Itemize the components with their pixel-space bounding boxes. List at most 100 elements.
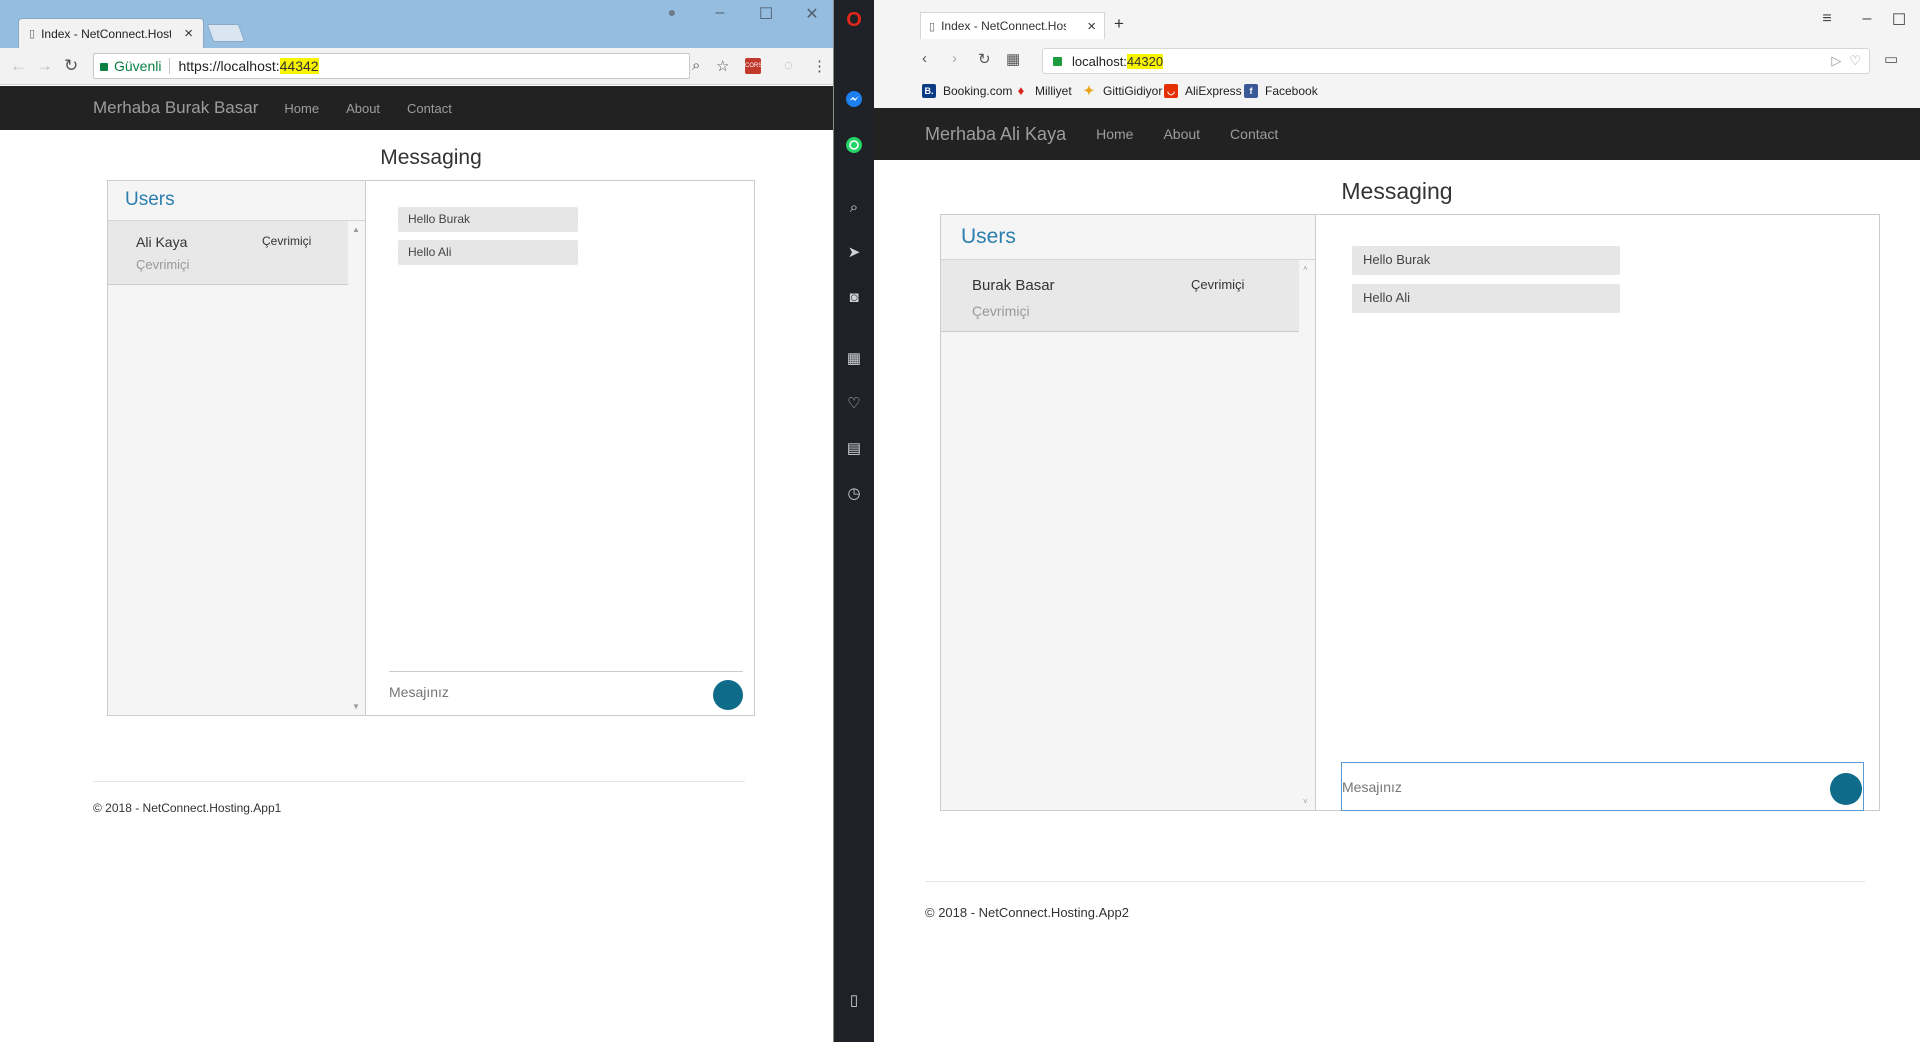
gittigidiyor-icon: ✦ [1083,83,1095,98]
maximize-icon[interactable]: ☐ [752,4,780,24]
battery-icon[interactable]: ▭ [1884,50,1898,68]
forward-icon[interactable]: → [36,56,53,76]
opera-chrome: ▯ Index - NetConnect.Hostin × + ≡ – ☐ ✕ … [874,0,1920,108]
message-bubble: Hello Burak [1352,246,1620,275]
bookmark-label: GittiGidiyor [1103,84,1163,98]
messaging-panel: Users Burak Basar Çevrimiçi Çevrimiçi ˄ … [940,214,1880,811]
message-bubble: Hello Ali [1352,284,1620,313]
scroll-down-icon[interactable]: ˅ [1303,797,1308,806]
send-button[interactable] [713,680,743,710]
bookmark-facebook[interactable]: f Facebook [1244,84,1318,98]
bookmark-heart-icon[interactable]: ♡ [1849,53,1861,69]
navbar-brand[interactable]: Merhaba Burak Basar [93,98,258,118]
camera-icon[interactable]: ◙ [844,287,864,307]
chrome-page: Merhaba Burak Basar Home About Contact M… [0,86,833,1042]
user-online-badge: Çevrimiçi [262,234,312,248]
close-tab-icon[interactable]: × [184,25,193,42]
user-list-item[interactable]: Ali Kaya Çevrimiçi Çevrimiçi [108,221,348,285]
messaging-panel: Users Ali Kaya Çevrimiçi Çevrimiçi ▲ ▼ H… [107,180,755,716]
close-tab-icon[interactable]: × [1087,18,1096,35]
user-list-item[interactable]: Burak Basar Çevrimiçi Çevrimiçi [941,260,1299,332]
whatsapp-icon[interactable] [844,135,864,155]
address-bar[interactable]: Güvenli https://localhost: 44342 [93,53,690,79]
user-status: Çevrimiçi [136,257,190,272]
reload-icon[interactable]: ↻ [64,56,78,76]
security-label: Güvenli [114,58,162,74]
opera-logo-icon[interactable]: O [844,9,864,31]
news-icon[interactable]: ▤ [844,438,864,458]
minimize-icon[interactable]: – [706,4,734,22]
facebook-icon: f [1244,84,1258,98]
profile-icon[interactable]: ● [658,4,686,20]
users-scrollbar[interactable]: ˄ ˅ [1299,260,1315,810]
history-icon[interactable]: ◷ [844,483,864,503]
sidebar-toggle-icon[interactable]: ▯ [844,990,864,1010]
messenger-icon[interactable] [844,89,864,109]
reload-icon[interactable]: ↻ [978,50,991,68]
back-icon[interactable]: ← [10,56,27,76]
navbar: Merhaba Burak Basar Home About Contact [0,86,833,130]
lock-icon [1053,56,1062,66]
bookmark-label: AliExpress [1185,84,1242,98]
bookmark-booking[interactable]: B. Booking.com [922,84,1012,98]
page-icon: ▯ [29,28,36,40]
message-input[interactable] [1342,774,1802,800]
tabs-grid-icon[interactable]: ▦ [1006,50,1020,68]
message-input[interactable] [389,680,689,704]
chrome-titlebar: ▯ Index - NetConnect.Hosti × ● – ☐ ✕ [0,0,833,48]
bookmark-label: Facebook [1265,84,1318,98]
page-title: Messaging [380,146,482,169]
opera-page: Merhaba Ali Kaya Home About Contact Mess… [874,108,1920,1042]
opera-tab-active[interactable]: ▯ Index - NetConnect.Hostin × [920,12,1105,39]
maximize-icon[interactable]: ☐ [1884,10,1914,30]
url-port: 44342 [279,58,319,74]
nav-link-home[interactable]: Home [284,101,319,116]
speed-dial-icon[interactable]: ▦ [844,348,864,368]
opera-sidebar: O ⌕ ➤ ◙ ▦ ♡ ▤ ◷ ▯ [834,0,874,1042]
back-icon[interactable]: ‹ [922,50,927,67]
page-icon: ▯ [929,20,936,33]
security-indicator[interactable]: Güvenli [100,58,161,74]
bookmark-star-icon[interactable]: ☆ [716,57,729,75]
scroll-up-icon[interactable]: ▲ [352,225,360,234]
extension-icon[interactable]: ◌ [784,57,793,74]
user-online-badge: Çevrimiçi [1191,277,1245,292]
nav-link-contact[interactable]: Contact [1230,126,1278,142]
footer-text: © 2018 - NetConnect.Hosting.App2 [925,905,1129,920]
tab-menu-icon[interactable]: ≡ [1812,10,1842,28]
message-bubble: Hello Burak [398,207,578,232]
scroll-up-icon[interactable]: ˄ [1303,264,1308,273]
close-window-icon[interactable]: ✕ [798,4,826,24]
nav-link-home[interactable]: Home [1096,126,1133,142]
url-prefix: https://localhost: [178,58,280,74]
new-tab-button[interactable] [206,24,246,42]
navbar-brand[interactable]: Merhaba Ali Kaya [925,124,1066,145]
chrome-tab-active[interactable]: ▯ Index - NetConnect.Hosti × [18,18,204,48]
forward-icon[interactable]: › [952,50,957,67]
bookmark-milliyet[interactable]: ♦ Milliyet [1014,84,1072,99]
search-icon[interactable]: ⌕ [844,197,864,217]
bookmark-aliexpress[interactable]: ◡ AliExpress [1164,84,1242,98]
send-page-icon[interactable]: ▷ [1831,53,1841,69]
address-bar[interactable]: localhost: 44320 ▷ ♡ [1042,48,1870,74]
nav-link-contact[interactable]: Contact [407,101,452,116]
cors-extension-icon[interactable]: CORS [745,58,762,74]
footer-divider [925,881,1865,882]
footer-divider [93,781,745,782]
users-column: Users Burak Basar Çevrimiçi Çevrimiçi ˄ … [941,215,1316,810]
zoom-icon[interactable]: ⌕ [692,57,700,74]
scroll-down-icon[interactable]: ▼ [352,702,360,711]
send-button[interactable] [1830,773,1862,805]
send-arrow-icon[interactable]: ➤ [844,242,864,262]
new-tab-icon[interactable]: + [1114,14,1124,34]
nav-link-about[interactable]: About [1163,126,1200,142]
user-name: Burak Basar [972,277,1055,294]
user-name: Ali Kaya [136,234,188,250]
nav-link-about[interactable]: About [346,101,380,116]
chrome-window: ▯ Index - NetConnect.Hosti × ● – ☐ ✕ ← →… [0,0,834,1042]
bookmark-gittigidiyor[interactable]: ✦ GittiGidiyor [1082,83,1163,99]
users-scrollbar[interactable]: ▲ ▼ [348,221,365,715]
heart-icon[interactable]: ♡ [844,393,864,413]
minimize-icon[interactable]: – [1852,10,1882,28]
menu-icon[interactable]: ⋮ [812,57,827,75]
